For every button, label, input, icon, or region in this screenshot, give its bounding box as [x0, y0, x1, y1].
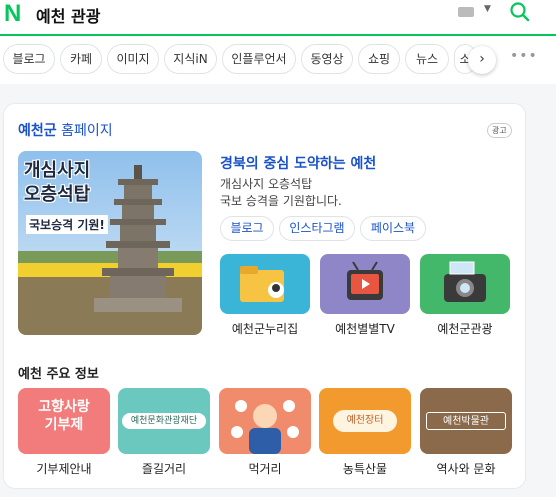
- tab-video[interactable]: 동영상: [301, 44, 353, 74]
- chef-icon: [231, 400, 299, 454]
- donation-art-text: 고향사랑 기부제: [38, 399, 90, 433]
- link-instagram[interactable]: 인스타그램: [279, 216, 355, 241]
- naver-logo[interactable]: N: [4, 0, 21, 28]
- banner-title: 개심사지 오층석탑: [24, 160, 91, 205]
- info-history[interactable]: 예천박물관: [420, 388, 512, 454]
- chevron-right-icon[interactable]: ›: [468, 46, 496, 74]
- museum-logo: 예천박물관: [426, 412, 506, 430]
- info-fun-label[interactable]: 즐길거리: [118, 460, 210, 477]
- tv-icon: [347, 261, 383, 300]
- search-icon[interactable]: [508, 0, 532, 24]
- link-facebook[interactable]: 페이스북: [360, 216, 426, 241]
- thumb-tourism-label[interactable]: 예천군관광: [420, 320, 510, 337]
- info-section-title: 예천 주요 정보: [18, 367, 99, 382]
- caret-down-icon[interactable]: ▼: [484, 4, 491, 14]
- info-fun[interactable]: 예천문화관광재단: [118, 388, 210, 454]
- thumb-homepage-label[interactable]: 예천군누리집: [220, 320, 310, 337]
- tab-shopping[interactable]: 쇼핑: [358, 44, 400, 74]
- search-tabs: 블로그 카페 이미지 지식iN 인플루언서 동영상 쇼핑 뉴스 소 › •••: [0, 36, 556, 84]
- thumb-homepage[interactable]: [220, 254, 310, 314]
- banner-subtitle: 국보승격 기원!: [26, 215, 108, 234]
- keyboard-icon[interactable]: [458, 7, 474, 17]
- market-logo: 예천장터: [333, 410, 397, 432]
- ad-headline[interactable]: 경북의 중심 도약하는 예천: [220, 153, 376, 173]
- ad-description: 개심사지 오층석탑 국보 승격을 기원합니다.: [220, 177, 342, 208]
- thumb-tv-label[interactable]: 예천별별TV: [320, 320, 410, 337]
- tab-news[interactable]: 뉴스: [405, 44, 449, 74]
- info-donation-label[interactable]: 기부제안내: [18, 460, 110, 477]
- foundation-logo: 예천문화관광재단: [122, 413, 206, 429]
- search-bar: N 예천 관광 ▼: [0, 0, 556, 36]
- info-products[interactable]: 예천장터: [319, 388, 411, 454]
- folder-icon: [240, 266, 284, 302]
- homepage-title[interactable]: 예천군 홈페이지: [18, 120, 113, 140]
- link-blog[interactable]: 블로그: [220, 216, 274, 241]
- thumb-tourism[interactable]: [420, 254, 510, 314]
- tab-image[interactable]: 이미지: [107, 44, 159, 74]
- camera-icon: [444, 261, 486, 302]
- info-food-label[interactable]: 먹거리: [219, 460, 311, 477]
- ad-badge[interactable]: 광고: [487, 123, 512, 138]
- tab-kin[interactable]: 지식iN: [164, 44, 217, 74]
- tab-blog[interactable]: 블로그: [3, 44, 55, 74]
- thumb-tv[interactable]: [320, 254, 410, 314]
- info-food[interactable]: [219, 388, 311, 454]
- pagoda-banner[interactable]: 개심사지 오층석탑 국보승격 기원!: [18, 151, 202, 335]
- more-icon[interactable]: •••: [510, 48, 538, 64]
- info-products-label[interactable]: 농특산물: [319, 460, 411, 477]
- homepage-ad-card: 예천군 홈페이지 광고 개심사지 오층석탑 국보승격 기원! 경북의 중심 도약…: [3, 103, 526, 489]
- tab-influencer[interactable]: 인플루언서: [222, 44, 296, 74]
- search-query[interactable]: 예천 관광: [36, 3, 100, 27]
- tab-cafe[interactable]: 카페: [60, 44, 102, 74]
- info-donation[interactable]: 고향사랑 기부제: [18, 388, 110, 454]
- info-history-label[interactable]: 역사와 문화: [420, 460, 512, 477]
